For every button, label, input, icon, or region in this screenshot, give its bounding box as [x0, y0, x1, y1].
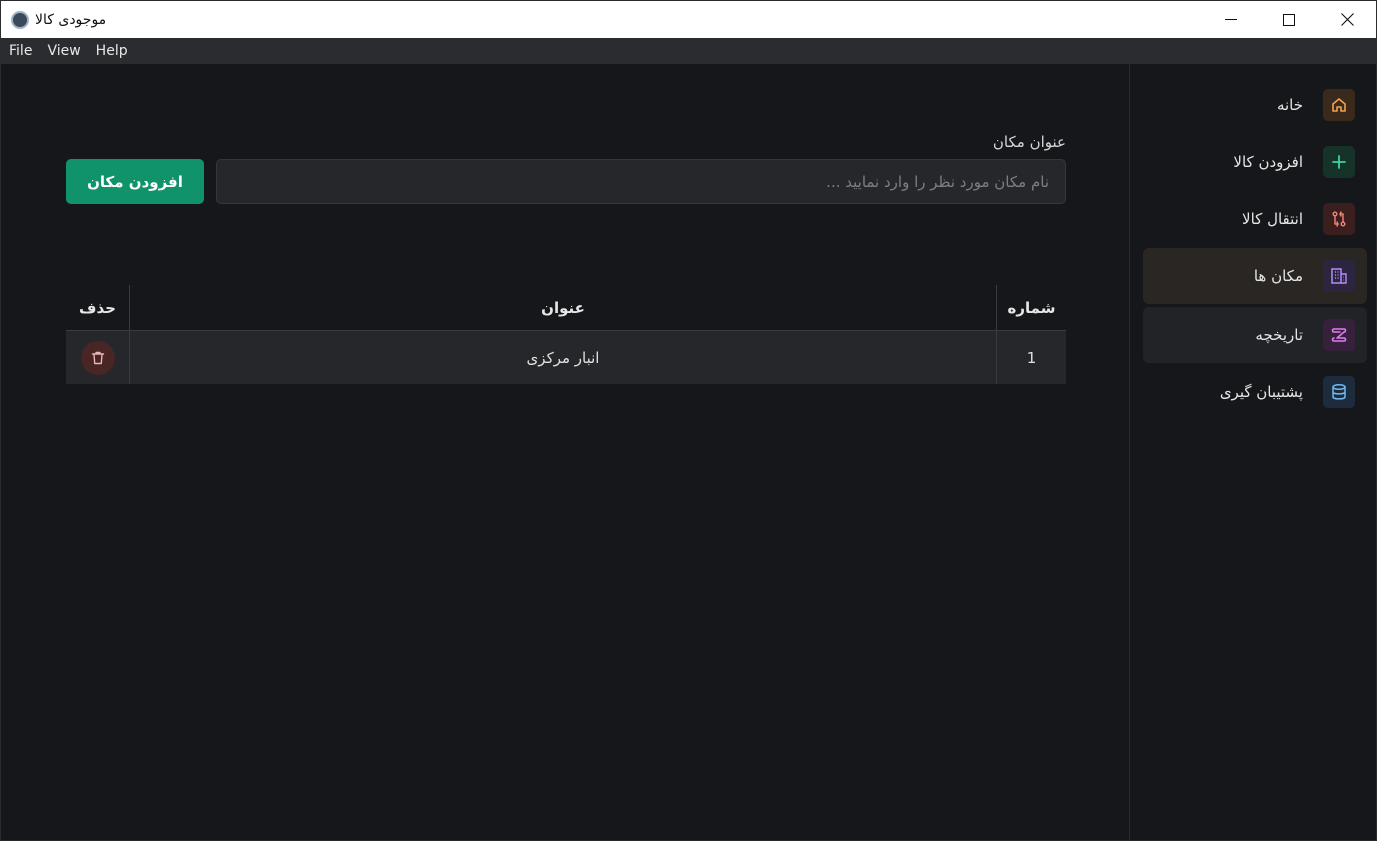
title-bar: موجودی کالا: [1, 1, 1376, 38]
sidebar-item-label: افزودن کالا: [1233, 153, 1303, 171]
plus-icon: [1323, 146, 1355, 178]
app-window: موجودی کالا File View Help عنوان مکان اف…: [0, 0, 1377, 841]
sidebar-item-label: پشتیبان گیری: [1219, 383, 1303, 401]
menu-bar: File View Help: [1, 38, 1376, 64]
close-button[interactable]: [1318, 1, 1376, 38]
header-delete: حذف: [66, 285, 130, 330]
transfer-icon: [1323, 203, 1355, 235]
row-number: 1: [1026, 348, 1037, 367]
sidebar-item-add-product[interactable]: افزودن کالا: [1143, 134, 1367, 190]
sidebar-item-label: خانه: [1276, 96, 1303, 114]
building-icon: [1323, 260, 1355, 292]
sidebar-item-home[interactable]: خانه: [1143, 77, 1367, 133]
menu-file[interactable]: File: [9, 43, 39, 59]
sidebar-item-history[interactable]: تاریخچه: [1143, 307, 1367, 363]
minimize-button[interactable]: [1202, 1, 1260, 38]
menu-view[interactable]: View: [47, 43, 87, 59]
place-title-label: عنوان مکان: [992, 133, 1066, 151]
main-content: عنوان مکان افزودن مکان حذف عنوان شماره: [1, 64, 1129, 840]
header-title: عنوان: [130, 285, 997, 330]
trash-icon: [91, 351, 104, 364]
places-table: حذف عنوان شماره انبار مرکزی 1: [66, 285, 1066, 384]
add-place-button[interactable]: افزودن مکان: [66, 159, 204, 204]
sidebar-item-label: انتقال کالا: [1242, 210, 1303, 228]
maximize-button[interactable]: [1260, 1, 1318, 38]
sidebar-item-label: مکان ها: [1253, 267, 1303, 285]
sidebar: خانه افزودن کالا انتقال کالا مکان ها تار…: [1129, 64, 1376, 840]
home-icon: [1323, 89, 1355, 121]
row-title: انبار مرکزی: [130, 331, 997, 384]
menu-help[interactable]: Help: [96, 43, 135, 59]
sidebar-item-label: تاریخچه: [1255, 326, 1303, 344]
table-header: حذف عنوان شماره: [66, 285, 1066, 331]
history-icon: [1323, 319, 1355, 351]
sidebar-item-transfer[interactable]: انتقال کالا: [1143, 191, 1367, 247]
delete-row-button[interactable]: [80, 340, 115, 375]
database-icon: [1323, 376, 1355, 408]
window-title: موجودی کالا: [35, 11, 107, 28]
app-logo-icon: [11, 10, 29, 29]
place-title-input[interactable]: [216, 159, 1066, 204]
sidebar-item-places[interactable]: مکان ها: [1143, 248, 1367, 304]
sidebar-item-backup[interactable]: پشتیبان گیری: [1143, 364, 1367, 420]
table-row: انبار مرکزی 1: [66, 331, 1066, 384]
header-number: شماره: [1007, 298, 1056, 317]
